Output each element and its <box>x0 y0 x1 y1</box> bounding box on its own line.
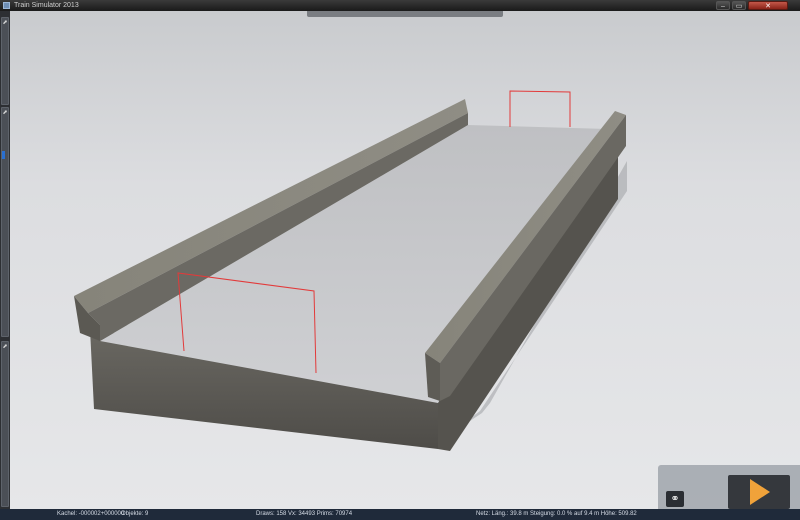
left-tool-panel: ⬈ ⬈ ⬈ <box>0 11 10 509</box>
panel-tab-3[interactable]: ⬈ <box>1 341 9 507</box>
viewport-top-handle[interactable] <box>307 11 503 17</box>
maximize-button[interactable]: ▭ <box>732 1 746 10</box>
status-netz: Netz: Läng.: 39.8 m Steigung: 0.0 % auf … <box>476 511 637 517</box>
title-bar[interactable]: Train Simulator 2013 – ▭ ✕ <box>0 0 800 11</box>
play-icon <box>750 479 770 505</box>
app-icon <box>3 2 10 9</box>
panel-tab-2[interactable]: ⬈ <box>1 107 9 337</box>
window-title: Train Simulator 2013 <box>14 2 79 9</box>
pin-icon[interactable]: ⬈ <box>2 110 8 116</box>
status-draws: Draws: 158 Vx: 34493 Prims: 70974 <box>256 511 353 517</box>
status-bar: Kachel: -000002+000000 Objekte: 9 Draws:… <box>0 509 800 520</box>
corner-control-widget: ⚭ <box>658 465 800 509</box>
close-button[interactable]: ✕ <box>748 1 788 10</box>
3d-viewport[interactable] <box>10 11 800 509</box>
panel-tab-1[interactable]: ⬈ <box>1 17 9 105</box>
status-kachel: Kachel: -000002+000000 <box>57 511 125 517</box>
link-icon[interactable]: ⚭ <box>666 491 684 507</box>
status-objekte: Objekte: 9 <box>121 511 149 517</box>
minimize-button[interactable]: – <box>716 1 730 10</box>
play-button[interactable] <box>728 475 790 509</box>
scene-render <box>10 11 800 509</box>
pin-icon[interactable]: ⬈ <box>2 344 8 350</box>
panel-selection-indicator <box>2 151 5 159</box>
pin-icon[interactable]: ⬈ <box>2 20 8 26</box>
